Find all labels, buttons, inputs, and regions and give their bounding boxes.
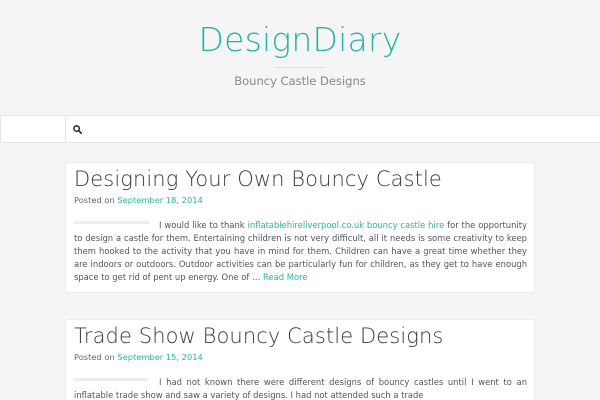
site-header: DesignDiary Bouncy Castle Designs bbox=[0, 0, 600, 115]
post-card: Trade Show Bouncy Castle Designs Posted … bbox=[65, 319, 535, 400]
post-card: Designing Your Own Bouncy Castle Posted … bbox=[65, 162, 535, 293]
site-description: Bouncy Castle Designs bbox=[234, 74, 366, 88]
post-meta: Posted on September 15, 2014 bbox=[74, 352, 203, 362]
post-date-link[interactable]: September 18, 2014 bbox=[117, 195, 202, 205]
menu-area[interactable] bbox=[0, 116, 66, 142]
post-title[interactable]: Designing Your Own Bouncy Castle bbox=[74, 167, 442, 191]
navigation-bar bbox=[0, 115, 600, 143]
search-button[interactable] bbox=[66, 116, 88, 142]
post-date-link[interactable]: September 15, 2014 bbox=[117, 352, 202, 362]
read-more-link[interactable]: Read More bbox=[263, 272, 307, 282]
post-excerpt: I had not known there were different des… bbox=[74, 376, 527, 400]
post-excerpt: I would like to thank inflatablehirelive… bbox=[74, 219, 527, 284]
excerpt-text-start: I would like to thank bbox=[159, 220, 248, 230]
posted-on-label: Posted on bbox=[74, 352, 115, 362]
post-title[interactable]: Trade Show Bouncy Castle Designs bbox=[74, 324, 443, 348]
posted-on-label: Posted on bbox=[74, 195, 115, 205]
title-divider bbox=[275, 67, 325, 68]
excerpt-text: I had not known there were different des… bbox=[74, 377, 527, 400]
post-meta: Posted on September 18, 2014 bbox=[74, 195, 203, 205]
inline-link[interactable]: inflatablehireliverpool.co.uk bouncy cas… bbox=[248, 220, 445, 230]
search-icon bbox=[72, 124, 82, 134]
site-title[interactable]: DesignDiary bbox=[0, 20, 600, 59]
